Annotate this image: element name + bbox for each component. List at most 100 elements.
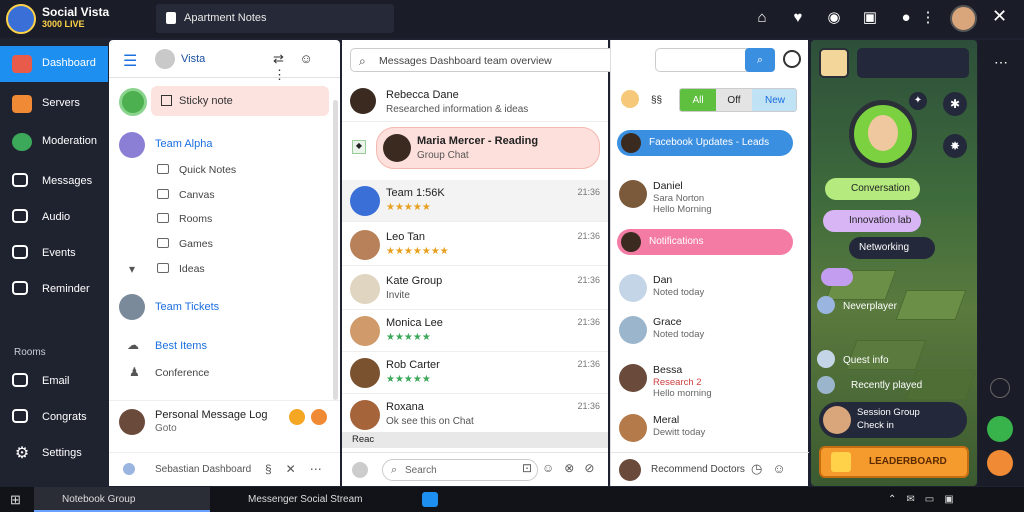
group-title[interactable]: Team Alpha (155, 138, 212, 150)
pinned-contact[interactable]: Personal Message Log Goto (109, 400, 340, 450)
skill-icon[interactable]: ✦ (909, 92, 927, 110)
nav-item-settings[interactable]: ⚙ Settings (0, 436, 108, 472)
group-item[interactable]: Canvas (157, 189, 215, 201)
start-icon[interactable]: ⊞ (10, 487, 21, 512)
settings-icon[interactable]: ✱ (943, 92, 967, 116)
column-search[interactable] (655, 48, 753, 72)
emoji-icon[interactable] (621, 90, 639, 108)
sticky-note[interactable]: Sticky note (151, 86, 329, 116)
nav-item-audio[interactable]: Audio (0, 200, 108, 236)
user-avatar[interactable] (950, 5, 977, 32)
chat-row[interactable]: Roxana Ok see this on Chat 21:36 (342, 394, 608, 436)
leaderboard-label: LEADERBOARD (869, 456, 947, 467)
group-title[interactable]: Best Items (155, 340, 207, 352)
group-title[interactable]: Team Tickets (155, 301, 219, 313)
taskbar-item[interactable]: Messenger Social Stream (220, 487, 420, 512)
heart-icon[interactable]: ♥ (788, 8, 808, 28)
close-icon[interactable]: ✕ (992, 6, 1007, 27)
nav-item-congrats[interactable]: Congrats (0, 400, 108, 436)
hero-avatar[interactable] (849, 100, 917, 168)
activity-row[interactable]: Dan Noted today (611, 268, 809, 312)
notification-icon[interactable]: ● (896, 8, 916, 28)
camera-icon[interactable] (990, 378, 1010, 398)
nav-item-events[interactable]: Events (0, 236, 108, 272)
scrollbar[interactable] (333, 100, 338, 400)
options-label[interactable]: §§ (651, 95, 662, 106)
avatar[interactable] (155, 49, 175, 69)
filter-off[interactable]: Off (716, 89, 752, 111)
timer-icon[interactable] (783, 50, 801, 68)
chevron-down-icon[interactable]: ▾ (129, 262, 135, 276)
emoji-icon[interactable] (289, 409, 305, 425)
avatar (817, 350, 835, 368)
search-button[interactable]: ⌕ (745, 48, 775, 72)
chat-row[interactable]: Rob Carter ★★★★★ 21:36 (342, 352, 608, 394)
bubble-label: Conversation (851, 183, 910, 194)
nav-item-email[interactable]: Email (0, 364, 108, 400)
chat-row-header[interactable]: Rebecca Dane Researched information & id… (342, 82, 608, 122)
nav-item-messages[interactable]: Messages (0, 164, 108, 200)
filter-new[interactable]: New (752, 89, 796, 111)
checkbox-icon[interactable] (161, 95, 172, 106)
nav-item-servers[interactable]: Servers (0, 86, 108, 122)
action-icon[interactable]: ✸ (943, 134, 967, 158)
notifications-pill[interactable]: Notifications (617, 229, 793, 255)
tray-icons[interactable]: ⌃✉▭▣ (888, 487, 964, 512)
compose-input[interactable]: ⌕ Search (382, 459, 538, 481)
session-sub: Check in (857, 420, 894, 431)
search-bar[interactable]: ⌕ Messages Dashboard team overview ⇲ (350, 48, 638, 72)
filter-all[interactable]: All (680, 89, 716, 111)
more-icon[interactable]: ⋯ (994, 54, 1008, 71)
taskbar-item[interactable]: Notebook Group (34, 487, 210, 512)
leaderboard-button[interactable]: LEADERBOARD (819, 446, 969, 478)
activity-row[interactable]: Meral Dewitt today (611, 408, 809, 452)
chat-row[interactable]: Leo Tan ★★★★★★★ 21:36 (342, 224, 608, 266)
updates-pill[interactable]: Facebook Updates - Leads (617, 130, 793, 156)
window-tab[interactable]: Apartment Notes (156, 4, 394, 33)
game-bubble[interactable]: Innovation lab (823, 210, 922, 232)
nav-item-dashboard[interactable]: Dashboard (0, 46, 108, 82)
player-avatar[interactable] (819, 48, 849, 78)
chat-row[interactable]: Monica Lee ★★★★★ 21:36 (342, 310, 608, 352)
status-icon[interactable] (119, 88, 147, 116)
game-bubble[interactable]: Conversation (825, 178, 920, 200)
app-logo[interactable] (6, 4, 36, 34)
browser-icon[interactable] (422, 492, 438, 507)
home-icon[interactable]: ⌂ (752, 8, 772, 28)
game-bubble[interactable]: Networking (849, 237, 936, 259)
emoji-icon[interactable] (311, 409, 327, 425)
sidebar-header-icons[interactable]: ⇄ ☺ ⋮ (273, 51, 340, 83)
chat-row[interactable]: Kate Group Invite 21:36 (342, 268, 608, 310)
more-icon[interactable]: ⋮ (918, 8, 938, 28)
group-avatar[interactable] (119, 132, 145, 158)
session-card[interactable]: Session Group Check in (819, 402, 967, 438)
attach-icon[interactable] (352, 462, 368, 478)
group-item[interactable]: Conference (155, 367, 209, 379)
footer-icons[interactable]: ◷☺ (751, 461, 796, 477)
chat-row[interactable]: Team 1:56K ★★★★★ 21:36 (342, 180, 608, 222)
account-icon[interactable] (123, 463, 135, 475)
group-item[interactable]: Ideas (157, 263, 205, 275)
menu-icon[interactable]: ☰ (123, 51, 137, 71)
search-input[interactable]: Messages Dashboard team overview (379, 55, 552, 67)
activity-row[interactable]: Daniel Sara Norton Hello Morning (611, 174, 809, 218)
emoji-group[interactable] (821, 268, 853, 286)
clipboard-icon[interactable]: ▣ (860, 8, 880, 28)
column-footer[interactable]: Recommend Doctors ◷☺ (611, 452, 809, 486)
edit-icon[interactable] (987, 416, 1013, 442)
compose-icons[interactable]: ⊡☺⊗⊘ (522, 461, 604, 475)
activity-row[interactable]: Bessa Research 2 Hello morning (611, 358, 809, 402)
reaction-bar[interactable]: Reac (342, 432, 608, 448)
nav-item-moderation[interactable]: Moderation (0, 124, 108, 160)
pinned-chat[interactable]: Maria Mercer - Reading Group Chat (376, 127, 600, 169)
nav-item-reminder[interactable]: Reminder (0, 272, 108, 308)
group-item[interactable]: Games (157, 238, 213, 250)
location-icon[interactable] (987, 450, 1013, 476)
camera-icon[interactable]: ◉ (824, 8, 844, 28)
group-item[interactable]: Quick Notes (157, 164, 236, 176)
group-item[interactable]: Rooms (157, 213, 212, 225)
nav-section-title: Rooms (14, 347, 46, 358)
activity-row[interactable]: Grace Noted today (611, 310, 809, 354)
bottom-icons[interactable]: §✕⋯ (265, 462, 336, 476)
group-avatar[interactable] (119, 294, 145, 320)
